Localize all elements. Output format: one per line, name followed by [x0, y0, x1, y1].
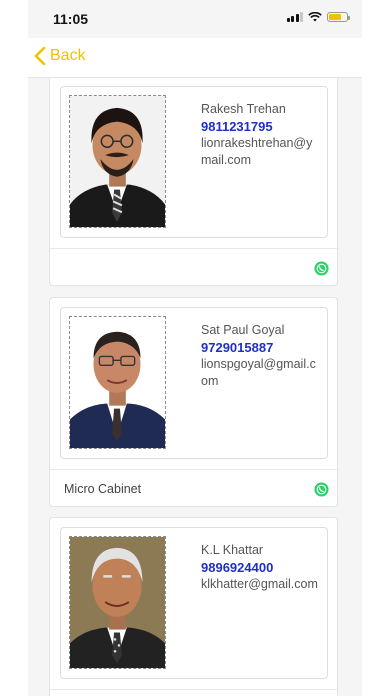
member-photo — [69, 536, 166, 669]
status-bar: 11:05 — [28, 0, 362, 38]
member-card: Rakesh Trehan 9811231795 lionrakeshtreha… — [49, 78, 339, 286]
whatsapp-icon[interactable] — [314, 261, 329, 276]
member-card: K.L Khattar 9896924400 klkhatter@gmail.c… — [49, 517, 339, 696]
member-phone-link[interactable]: 9729015887 — [201, 339, 319, 356]
nav-bar: Back — [28, 38, 362, 78]
member-details: K.L Khattar 9896924400 klkhatter@gmail.c… — [60, 527, 328, 679]
member-list[interactable]: Rakesh Trehan 9811231795 lionrakeshtreha… — [28, 78, 362, 696]
card-footer: Micro Cabinet — [50, 469, 339, 507]
back-button[interactable]: Back — [34, 46, 86, 66]
member-photo — [69, 95, 166, 228]
member-details: Sat Paul Goyal 9729015887 lionspgoyal@gm… — [60, 307, 328, 459]
card-footer — [50, 689, 339, 696]
member-details: Rakesh Trehan 9811231795 lionrakeshtreha… — [60, 86, 328, 238]
battery-icon — [327, 12, 350, 22]
member-phone-link[interactable]: 9896924400 — [201, 559, 319, 576]
whatsapp-icon[interactable] — [314, 482, 329, 497]
member-designation: Micro Cabinet — [64, 482, 142, 496]
status-icons — [286, 12, 350, 22]
member-phone-link[interactable]: 9811231795 — [201, 118, 319, 135]
back-label: Back — [50, 47, 86, 64]
member-email: lionspgoyal@gmail.com — [201, 357, 316, 388]
status-time: 11:05 — [53, 11, 89, 27]
member-name: K.L Khattar — [201, 543, 264, 557]
member-name: Sat Paul Goyal — [201, 323, 285, 337]
chevron-left-icon — [34, 46, 46, 66]
signal-icon — [286, 12, 303, 22]
card-footer — [50, 248, 339, 286]
member-card: Sat Paul Goyal 9729015887 lionspgoyal@gm… — [49, 297, 339, 507]
member-photo — [69, 316, 166, 449]
member-info: Rakesh Trehan 9811231795 lionrakeshtreha… — [201, 101, 319, 169]
wifi-icon — [308, 12, 322, 22]
screen: 11:05 Back Rakesh Trehan 9811231795 lion… — [28, 0, 362, 696]
member-email: lionrakeshtrehan@ymail.com — [201, 136, 313, 167]
member-info: Sat Paul Goyal 9729015887 lionspgoyal@gm… — [201, 322, 319, 390]
app-frame: 11:05 Back Rakesh Trehan 9811231795 lion… — [0, 0, 392, 696]
member-name: Rakesh Trehan — [201, 102, 286, 116]
member-info: K.L Khattar 9896924400 klkhatter@gmail.c… — [201, 542, 319, 593]
member-email: klkhatter@gmail.com — [201, 577, 318, 591]
